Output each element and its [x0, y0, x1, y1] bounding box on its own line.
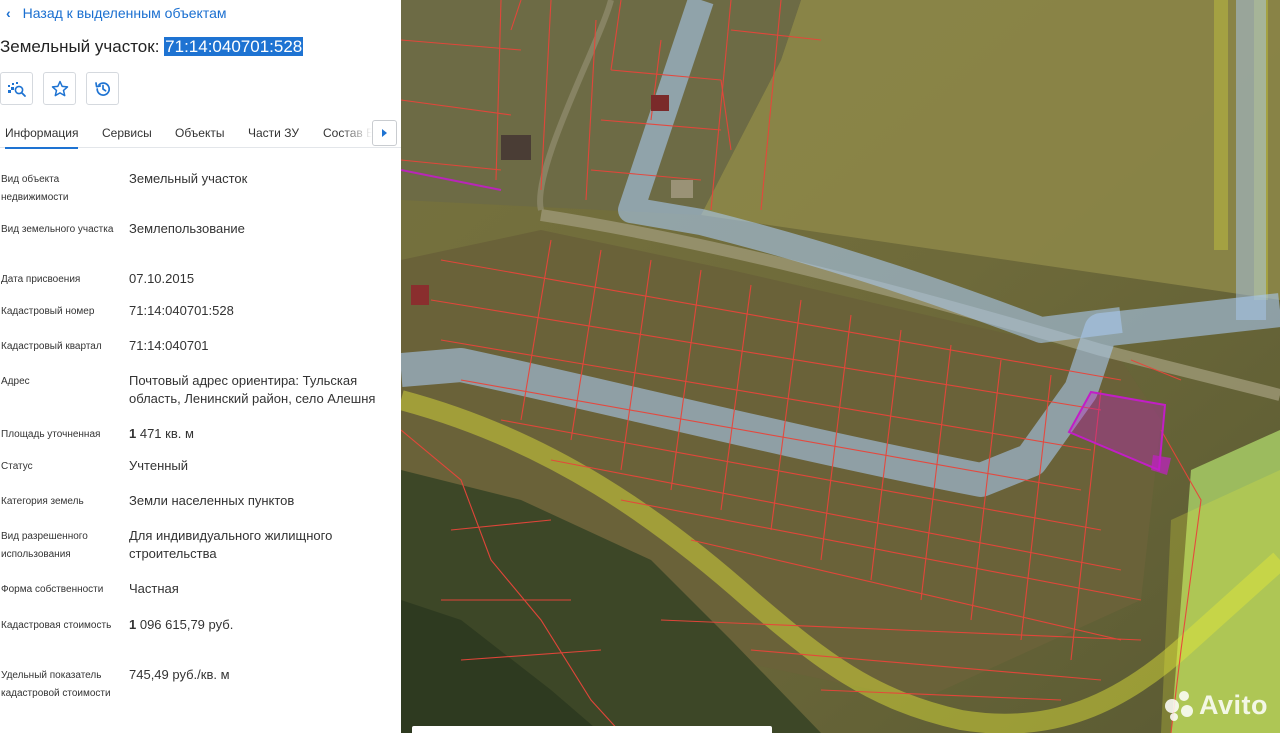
- prop-value-cost-rest: 096 615,79 руб.: [136, 617, 234, 632]
- building-roof: [671, 180, 693, 198]
- building-roof: [501, 135, 531, 160]
- star-icon: [51, 80, 68, 96]
- tab-bar: Информация Сервисы Объекты Части ЗУ Сост…: [0, 118, 401, 149]
- prop-value-land-type: Землепользование: [129, 221, 245, 236]
- prop-label-status: Статус: [1, 461, 33, 472]
- avito-watermark: Avito: [1165, 690, 1268, 721]
- prop-label-address: Адрес: [1, 376, 30, 387]
- prop-value-area: 1 471 кв. м: [129, 425, 394, 443]
- map-scale-bar: [412, 726, 772, 733]
- prop-value-cadastral-number: 71:14:040701:528: [129, 303, 234, 318]
- prop-label-area: Площадь уточненная: [1, 429, 101, 440]
- prop-value-address: Почтовый адрес ориентира: Тульская облас…: [129, 373, 376, 406]
- map-search-button[interactable]: [0, 72, 33, 105]
- building-roof: [411, 285, 429, 305]
- prop-value-cadastral-cost: 1 096 615,79 руб.: [129, 616, 394, 634]
- prop-label-cadastral-number: Кадастровый номер: [1, 306, 95, 317]
- back-link-label: Назад к выделенным объектам: [22, 5, 227, 21]
- prop-value-assign-date: 07.10.2015: [129, 271, 195, 286]
- satellite-map[interactable]: [401, 0, 1280, 733]
- prop-label-ownership: Форма собственности: [1, 584, 104, 595]
- tab-services[interactable]: Сервисы: [102, 126, 152, 140]
- prop-label-land-type: Вид земельного участка: [1, 224, 114, 235]
- prop-value-object-type: Земельный участок: [129, 171, 248, 186]
- prop-value-ownership: Частная: [129, 581, 179, 596]
- info-panel: ‹ Назад к выделенным объектам Земельный …: [0, 0, 401, 733]
- tabs-next-button[interactable]: [372, 120, 397, 146]
- prop-value-area-rest: 471 кв. м: [136, 426, 194, 441]
- prop-value-permitted-use: Для индивидуального жилищного строительс…: [129, 528, 333, 561]
- favorite-button[interactable]: [43, 72, 76, 105]
- map-search-icon: [7, 81, 26, 97]
- avito-watermark-text: Avito: [1199, 690, 1268, 720]
- map-view[interactable]: Avito: [401, 0, 1280, 733]
- prop-label-object-type: Вид объекта недвижимости: [1, 174, 69, 203]
- caret-right-icon: [382, 129, 387, 137]
- page-title: Земельный участок: 71:14:040701:528: [0, 37, 304, 57]
- tab-fade: [340, 118, 372, 146]
- avito-logo-icon: [1165, 690, 1195, 721]
- prop-label-cadastral-cost: Кадастровая стоимость: [1, 620, 112, 631]
- history-icon: [94, 81, 110, 96]
- prop-label-land-category: Категория земель: [1, 496, 84, 507]
- tab-parts[interactable]: Части ЗУ: [248, 126, 299, 140]
- prop-label-assign-date: Дата присвоения: [1, 274, 81, 285]
- history-button[interactable]: [86, 72, 119, 105]
- prop-value-status: Учтенный: [129, 458, 189, 473]
- prop-label-permitted-use: Вид разрешенного использования: [1, 531, 88, 560]
- back-link[interactable]: ‹ Назад к выделенным объектам: [6, 5, 227, 21]
- tab-objects[interactable]: Объекты: [175, 126, 225, 140]
- prop-label-cadastral-quarter: Кадастровый квартал: [1, 341, 102, 352]
- page-title-prefix: Земельный участок:: [0, 37, 165, 56]
- prop-value-cadastral-quarter[interactable]: 71:14:040701: [129, 337, 394, 355]
- cadastral-number-highlight[interactable]: 71:14:040701:528: [164, 37, 304, 56]
- tab-information[interactable]: Информация: [5, 126, 79, 149]
- chevron-left-icon: ‹: [6, 5, 11, 21]
- prop-label-unit-cost: Удельный показатель кадастровой стоимост…: [1, 670, 111, 699]
- prop-value-unit-cost: 745,49 руб./кв. м: [129, 667, 230, 682]
- prop-value-land-category: Земли населенных пунктов: [129, 493, 295, 508]
- building-roof: [651, 95, 669, 111]
